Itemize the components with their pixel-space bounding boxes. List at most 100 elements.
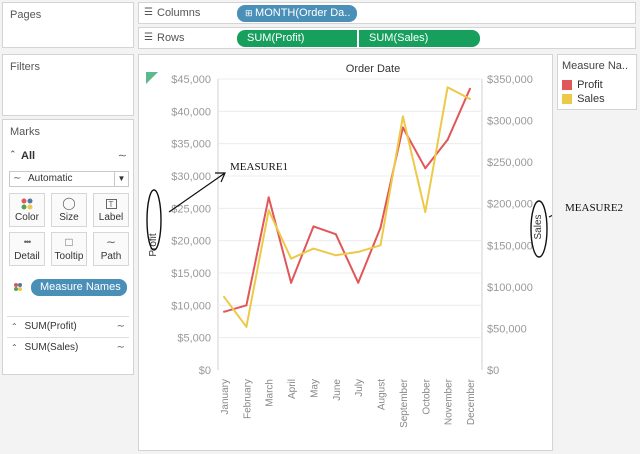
data-point-sales [334,254,337,257]
color-button[interactable]: Color [9,193,45,227]
size-icon: ◯ [62,196,76,210]
color-dots-icon [10,194,44,212]
data-point-profit [401,126,404,129]
detail-icon: ••• [23,237,31,247]
data-point-profit [357,281,360,284]
x-tick-label: August [377,379,388,410]
size-button-label: Size [59,212,79,223]
corner-marker [146,72,158,84]
right-tick-label: $0 [487,365,499,377]
x-tick-label: January [220,379,231,415]
data-point-sales [267,209,270,212]
left-tick-label: $0 [199,365,211,377]
legend-panel: Measure Na.. Profit Sales [557,54,637,110]
date-plus-icon: ⊞ [245,8,256,18]
data-point-profit [446,138,449,141]
left-tick-label: $25,000 [171,203,211,215]
marks-title: Marks [10,126,40,138]
data-point-sales [312,247,315,250]
rows-icon: ☰ [144,32,153,43]
right-tick-label: $250,000 [487,157,533,169]
left-tick-label: $15,000 [171,268,211,280]
color-button-label: Color [15,212,39,223]
marks-all-row[interactable]: ⌃ All ∼ [7,148,129,166]
legend-item-sales[interactable]: Sales [562,93,605,105]
rows-pill-sales[interactable]: SUM(Sales) [359,30,480,47]
left-tick-label: $45,000 [171,74,211,86]
data-point-profit [245,304,248,307]
pages-panel[interactable]: Pages [2,2,134,48]
legend-swatch-profit [562,80,572,91]
left-tick-label: $20,000 [171,236,211,248]
data-point-profit [424,167,427,170]
measure-names-pill[interactable]: Measure Names [31,279,127,296]
columns-pill[interactable]: ⊞ MONTH(Order Da.. [237,5,357,22]
label-button-label: Label [98,212,124,223]
view-panel[interactable]: Order Date $0 $5,000 $10,000 $15,000 $20,000… [138,54,553,451]
legend-label-sales: Sales [577,93,605,106]
mark-type-dropdown[interactable]: ∼ Automatic ▼ [9,171,129,187]
filters-panel[interactable]: Filters [2,54,134,116]
x-tick-label: March [265,379,276,407]
y-axis-label-right: Sales [533,214,544,239]
legend-label-profit: Profit [577,79,603,92]
tooltip-button-label: Tooltip [54,251,84,262]
color-dots-icon [13,282,23,295]
pages-title: Pages [10,9,42,21]
data-point-profit [267,196,270,199]
measure-names-row[interactable]: Measure Names [11,279,131,297]
data-point-profit [379,226,382,229]
detail-button-label: Detail [14,251,40,262]
line-type-icon: ∼ [13,173,22,184]
sum-sales-marks-card[interactable]: ⌃ SUM(Sales) ∼ [7,337,129,357]
label-button[interactable]: T Label [93,193,129,227]
line-mark-icon: ∼ [117,150,127,162]
x-tick-label: July [354,379,365,397]
marks-panel: Marks ⌃ All ∼ ∼ Automatic ▼ Color ◯ Size… [2,119,134,375]
left-tick-label: $10,000 [171,300,211,312]
right-axis: $0 $50,000 $100,000 $150,000 $200,000 $250,00… [487,74,533,377]
right-tick-label: $200,000 [487,199,533,211]
x-tick-label: November [444,378,455,425]
legend-title: Measure Na.. [562,60,629,72]
data-point-profit [290,281,293,284]
detail-button[interactable]: ••• Detail [9,232,45,266]
data-point-sales [223,295,225,298]
columns-shelf[interactable]: ☰ Columns ⊞ MONTH(Order Da.. [138,2,636,24]
series-line-sales [223,86,471,328]
x-tick-label: October [421,378,432,414]
data-point-sales [357,250,360,253]
rows-label: Rows [157,32,185,44]
data-point-sales [469,97,471,100]
x-tick-label: April [287,379,298,399]
left-tick-label: $35,000 [171,139,211,151]
annotation-measure2: MEASURE2 [565,202,624,214]
tooltip-icon: □ [65,235,73,249]
data-point-profit [223,310,225,313]
filters-title: Filters [10,61,40,73]
series-lines [223,86,471,328]
tooltip-button[interactable]: □ Tooltip [51,232,87,266]
right-tick-label: $50,000 [487,323,527,335]
line-mark-icon: ∼ [116,342,125,353]
chart-title: Order Date [346,63,400,75]
data-point-sales [424,211,427,214]
series-line-profit [223,88,471,313]
legend-item-profit[interactable]: Profit [562,79,603,91]
data-point-sales [245,325,248,328]
size-button[interactable]: ◯ Size [51,193,87,227]
rows-shelf[interactable]: ☰ Rows SUM(Profit) SUM(Sales) [138,27,636,49]
x-tick-label: September [399,378,410,428]
rows-pill-profit[interactable]: SUM(Profit) [237,30,357,47]
path-button[interactable]: ∼ Path [93,232,129,266]
legend-swatch-sales [562,94,572,105]
chevron-down-icon: ▼ [114,172,128,186]
columns-pill-label: MONTH(Order Da.. [255,7,351,19]
left-tick-label: $30,000 [171,171,211,183]
path-icon: ∼ [105,235,117,249]
grid-lines [217,78,483,370]
sum-profit-marks-card[interactable]: ⌃ SUM(Profit) ∼ [7,316,129,336]
collapse-icon: ⌃ [11,343,18,352]
collapse-icon: ⌃ [11,322,18,331]
collapse-icon[interactable]: ⌃ [9,149,17,160]
